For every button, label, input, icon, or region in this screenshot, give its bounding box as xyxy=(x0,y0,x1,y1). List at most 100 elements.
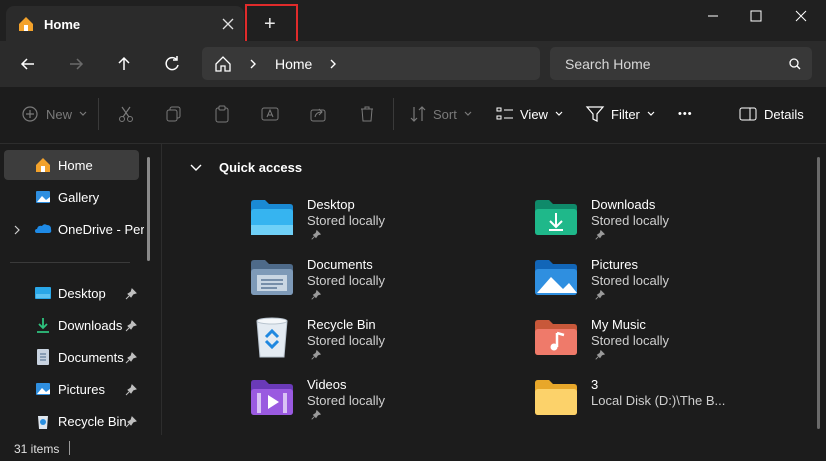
quick-access-name[interactable]: Desktop xyxy=(307,197,355,212)
desktop-folder-icon xyxy=(34,284,52,302)
paste-icon[interactable] xyxy=(212,100,232,128)
sort-label: Sort xyxy=(433,106,457,122)
downloads-icon xyxy=(34,316,52,334)
copy-icon[interactable] xyxy=(164,100,184,128)
new-label: New xyxy=(46,106,73,122)
pin-icon[interactable] xyxy=(124,351,138,365)
delete-icon[interactable] xyxy=(357,100,377,128)
documents-icon xyxy=(34,348,52,366)
toolbar-divider xyxy=(98,98,99,130)
status-divider xyxy=(69,441,70,455)
sidebar-item-documents[interactable]: Documents xyxy=(4,342,139,372)
sidebar-item-recycle-bin[interactable]: Recycle Bin xyxy=(4,406,139,436)
recycle-bin-icon[interactable] xyxy=(252,315,292,359)
search-icon[interactable] xyxy=(787,56,803,72)
quick-access-name[interactable]: My Music xyxy=(591,317,646,332)
quick-access-name[interactable]: Pictures xyxy=(591,257,638,272)
up-arrow-icon[interactable] xyxy=(112,52,136,76)
quick-access-subtitle: Stored locally xyxy=(307,213,386,228)
pin-icon xyxy=(594,349,606,361)
chevron-down-icon xyxy=(79,111,87,116)
filter-icon xyxy=(585,106,605,122)
pin-icon xyxy=(310,289,322,301)
pin-icon[interactable] xyxy=(124,383,138,397)
maximize-icon[interactable] xyxy=(745,6,767,26)
desktop-folder-icon[interactable] xyxy=(249,197,295,237)
pane-divider[interactable] xyxy=(161,143,162,435)
pictures-folder-icon[interactable] xyxy=(533,257,579,297)
forward-arrow-icon[interactable] xyxy=(64,52,88,76)
home-outline-icon[interactable] xyxy=(213,54,233,74)
new-tab-button[interactable]: + xyxy=(245,4,298,43)
sidebar-item-label: Desktop xyxy=(58,285,106,301)
pictures-icon xyxy=(34,380,52,398)
sidebar-scrollbar[interactable] xyxy=(147,157,150,261)
quick-access-name[interactable]: Documents xyxy=(307,257,373,272)
view-button[interactable]: View xyxy=(495,100,565,128)
tab-title: Home xyxy=(44,17,81,32)
quick-access-subtitle: Stored locally xyxy=(591,273,670,288)
section-title[interactable]: Quick access xyxy=(219,160,302,175)
sidebar-item-label: Gallery xyxy=(58,189,100,205)
chevron-down-icon xyxy=(555,111,563,116)
sidebar-item-onedrive[interactable]: OneDrive - Perso xyxy=(4,214,144,244)
quick-access-subtitle: Stored locally xyxy=(307,393,386,408)
breadcrumb-home[interactable]: Home xyxy=(275,56,312,72)
sort-button[interactable]: Sort xyxy=(408,100,474,128)
onedrive-icon xyxy=(34,220,52,238)
quick-access-name[interactable]: 3 xyxy=(591,377,598,392)
documents-folder-icon[interactable] xyxy=(249,257,295,297)
search-placeholder: Search Home xyxy=(565,56,651,72)
sidebar-item-desktop[interactable]: Desktop xyxy=(4,278,139,308)
pin-icon[interactable] xyxy=(124,287,138,301)
pin-icon xyxy=(594,229,606,241)
music-folder-icon[interactable] xyxy=(533,317,579,357)
new-button[interactable]: New xyxy=(20,100,89,128)
close-icon[interactable] xyxy=(790,6,812,26)
item-count: 31 items xyxy=(14,442,60,456)
minimize-icon[interactable] xyxy=(702,6,724,26)
tab-close-icon[interactable] xyxy=(218,14,238,34)
recycle-bin-icon xyxy=(34,412,52,430)
back-arrow-icon[interactable] xyxy=(16,52,40,76)
downloads-folder-icon[interactable] xyxy=(533,197,579,237)
folder-icon[interactable] xyxy=(533,377,579,417)
refresh-icon[interactable] xyxy=(160,52,184,76)
details-button[interactable]: Details xyxy=(738,100,804,128)
view-icon xyxy=(496,107,513,120)
sidebar-item-label: Home xyxy=(58,157,93,173)
sidebar-item-label: OneDrive - Perso xyxy=(58,221,144,237)
sidebar-item-pictures[interactable]: Pictures xyxy=(4,374,139,404)
chevron-down-icon xyxy=(647,111,655,116)
sidebar-item-home[interactable]: Home xyxy=(4,150,139,180)
more-options-button[interactable]: ••• xyxy=(678,100,693,128)
gallery-icon xyxy=(34,188,52,206)
quick-access-name[interactable]: Videos xyxy=(307,377,347,392)
sidebar-item-label: Documents xyxy=(58,349,124,365)
pin-icon[interactable] xyxy=(124,319,138,333)
pin-icon xyxy=(310,409,322,421)
main-scrollbar[interactable] xyxy=(817,157,820,429)
pin-icon[interactable] xyxy=(124,415,138,429)
quick-access-name[interactable]: Recycle Bin xyxy=(307,317,376,332)
chevron-down-icon xyxy=(464,111,472,116)
sidebar-item-gallery[interactable]: Gallery xyxy=(4,182,139,212)
chevron-down-icon[interactable] xyxy=(189,161,203,175)
filter-button[interactable]: Filter xyxy=(585,100,657,128)
quick-access-subtitle: Stored locally xyxy=(307,333,386,348)
tab-home[interactable] xyxy=(6,6,244,41)
quick-access-subtitle: Stored locally xyxy=(591,333,670,348)
quick-access-name[interactable]: Downloads xyxy=(591,197,655,212)
pin-icon xyxy=(310,349,322,361)
sidebar-item-label: Pictures xyxy=(58,381,105,397)
videos-folder-icon[interactable] xyxy=(249,377,295,417)
sidebar-item-label: Recycle Bin xyxy=(58,413,127,429)
share-icon[interactable] xyxy=(308,100,328,128)
chevron-right-icon[interactable] xyxy=(246,56,260,72)
home-icon xyxy=(17,15,35,33)
sidebar-item-downloads[interactable]: Downloads xyxy=(4,310,139,340)
cut-icon[interactable] xyxy=(116,100,136,128)
status-bar xyxy=(0,435,826,461)
chevron-right-icon[interactable] xyxy=(326,56,340,72)
rename-icon[interactable] xyxy=(260,100,280,128)
